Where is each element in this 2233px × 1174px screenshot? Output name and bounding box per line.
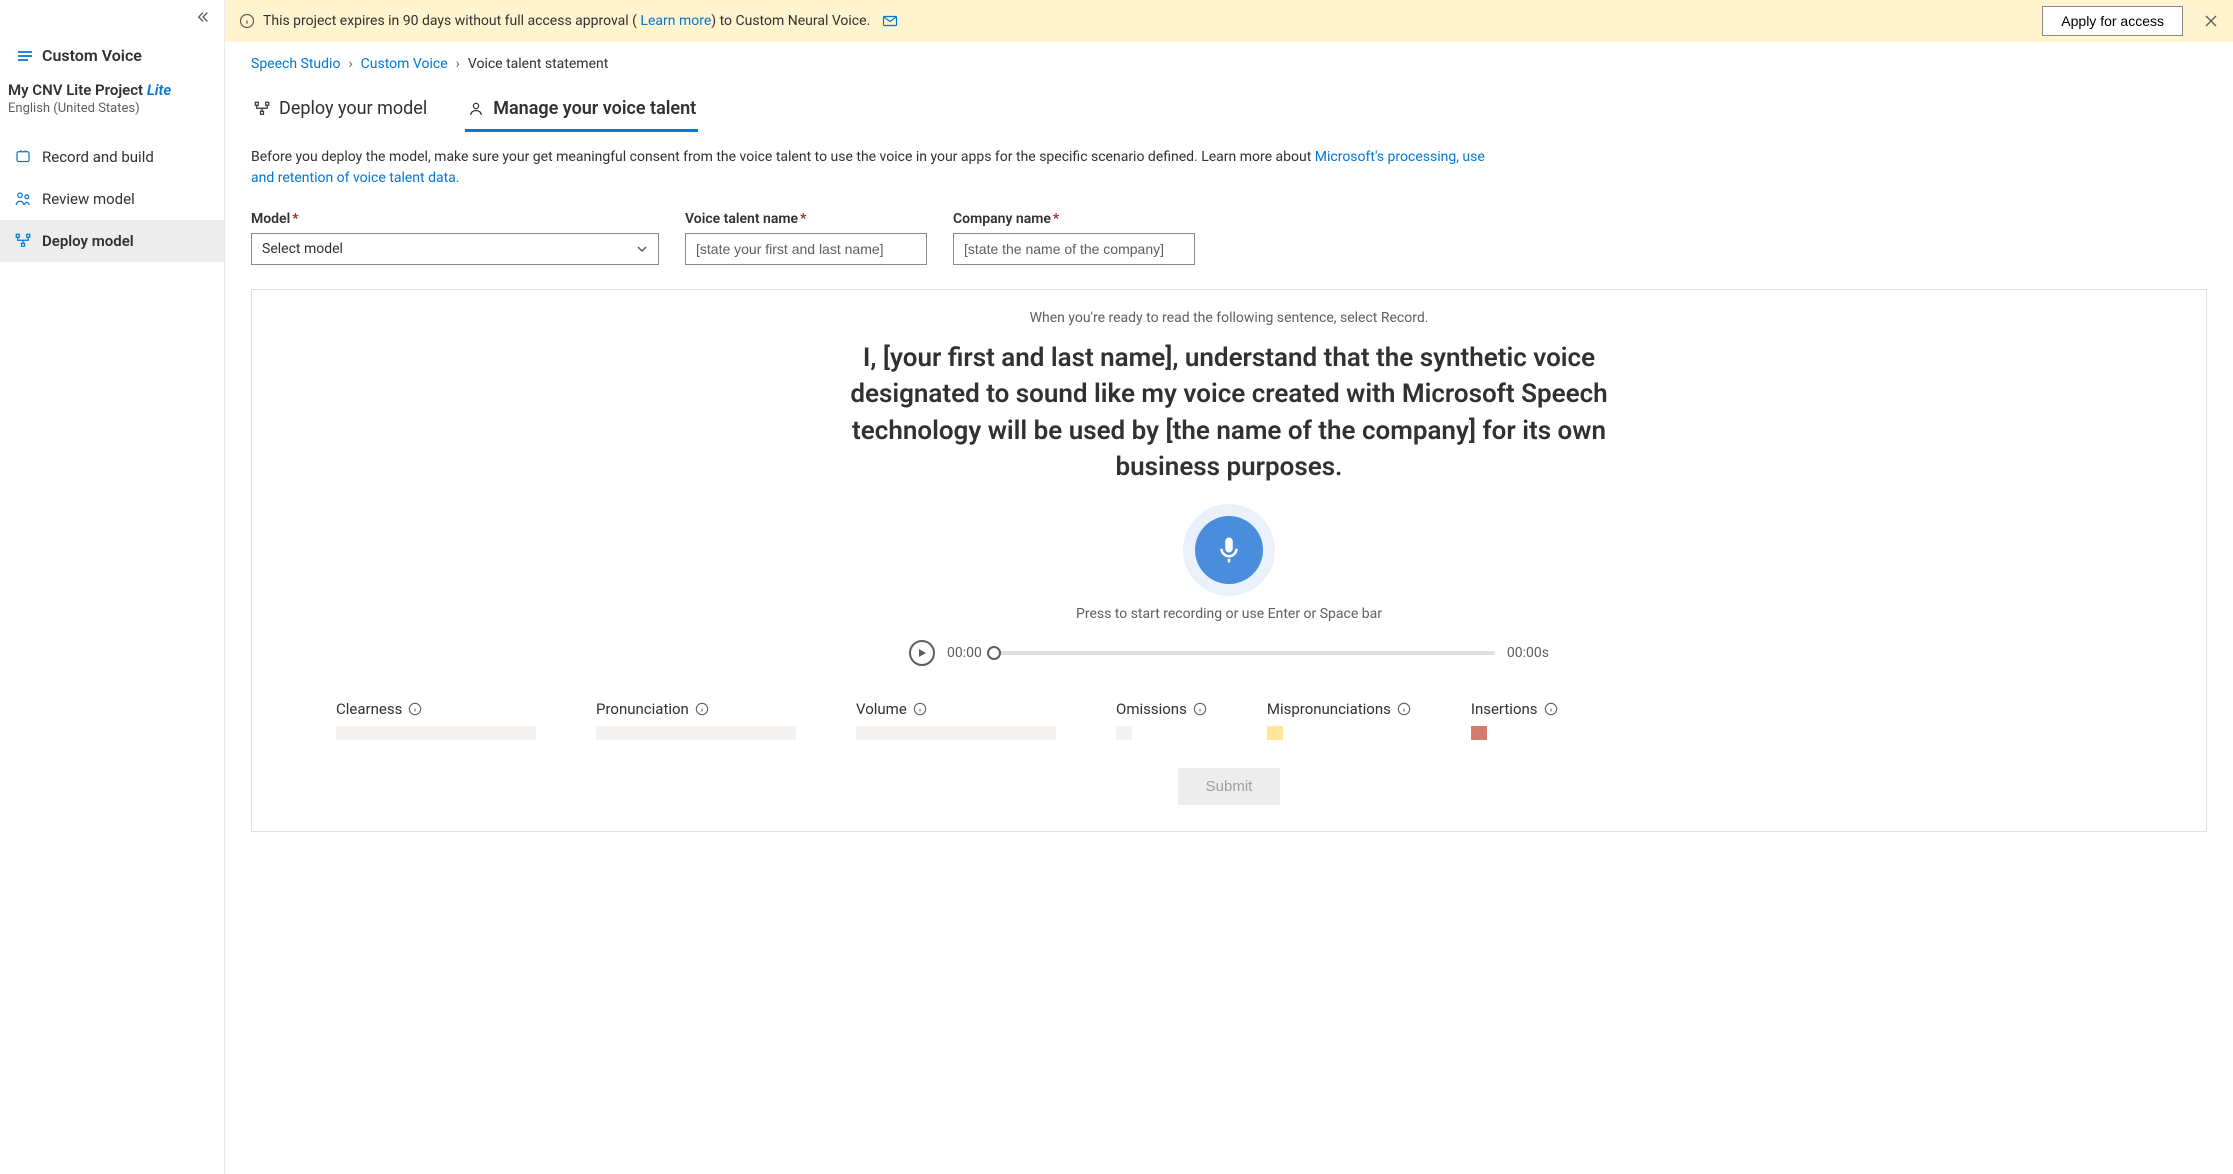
audio-player: 00:00 00:00s bbox=[909, 640, 1549, 666]
record-hint: Press to start recording or use Enter or… bbox=[312, 606, 2146, 622]
play-icon bbox=[917, 648, 927, 658]
info-icon[interactable] bbox=[1397, 702, 1411, 716]
record-panel: When you're ready to read the following … bbox=[251, 289, 2207, 832]
close-banner-button[interactable] bbox=[2203, 13, 2219, 29]
breadcrumb-custom-voice[interactable]: Custom Voice bbox=[361, 56, 448, 72]
time-total: 00:00s bbox=[1507, 645, 1549, 661]
tab-label: Deploy your model bbox=[279, 98, 427, 119]
company-label: Company name bbox=[953, 211, 1051, 227]
main-content: This project expires in 90 days without … bbox=[225, 0, 2233, 1174]
model-field: Model* Select model bbox=[251, 211, 659, 265]
model-select-value: Select model bbox=[262, 241, 343, 257]
company-name-field: Company name* bbox=[953, 211, 1195, 265]
metric-insertions: Insertions bbox=[1471, 700, 1558, 740]
clearness-bar bbox=[336, 726, 536, 740]
breadcrumb-current: Voice talent statement bbox=[468, 56, 608, 72]
sidebar-item-deploy-model[interactable]: Deploy model bbox=[0, 220, 224, 262]
sidebar-item-review-model[interactable]: Review model bbox=[0, 178, 224, 220]
metric-volume: Volume bbox=[856, 700, 1056, 740]
chevron-right-icon: › bbox=[456, 56, 460, 72]
mispronunciations-bar bbox=[1267, 726, 1283, 740]
mail-icon[interactable] bbox=[882, 13, 898, 29]
info-icon[interactable] bbox=[1193, 702, 1207, 716]
chevron-down-icon bbox=[636, 243, 648, 255]
record-button[interactable] bbox=[1183, 504, 1275, 596]
sidebar-item-label: Review model bbox=[42, 190, 135, 208]
hamburger-icon bbox=[16, 47, 34, 65]
talent-name-field: Voice talent name* bbox=[685, 211, 927, 265]
talent-name-input[interactable] bbox=[685, 233, 927, 265]
info-icon[interactable] bbox=[695, 702, 709, 716]
review-icon bbox=[14, 190, 32, 208]
info-icon[interactable] bbox=[408, 702, 422, 716]
project-block: My CNV Lite Project Lite English (United… bbox=[0, 75, 224, 130]
consent-statement: I, [your first and last name], understan… bbox=[819, 340, 1639, 486]
metric-mispronunciations: Mispronunciations bbox=[1267, 700, 1411, 740]
info-icon bbox=[239, 13, 255, 29]
metric-pronunciation: Pronunciation bbox=[596, 700, 796, 740]
info-icon[interactable] bbox=[1544, 702, 1558, 716]
notice-banner: This project expires in 90 days without … bbox=[225, 0, 2233, 42]
chevron-double-left-icon bbox=[196, 10, 210, 24]
record-icon bbox=[14, 148, 32, 166]
deploy-tab-icon bbox=[253, 100, 271, 118]
metrics-row: Clearness Pronunciation Volume bbox=[336, 700, 2122, 740]
tabs: Deploy your model Manage your voice tale… bbox=[225, 78, 2233, 133]
seek-thumb[interactable] bbox=[987, 646, 1001, 660]
project-name: My CNV Lite Project Lite bbox=[8, 81, 208, 99]
volume-bar bbox=[856, 726, 1056, 740]
metric-omissions: Omissions bbox=[1116, 700, 1207, 740]
seek-track[interactable] bbox=[994, 651, 1495, 655]
app-title[interactable]: Custom Voice bbox=[0, 28, 224, 75]
talent-label: Voice talent name bbox=[685, 211, 798, 227]
metric-clearness: Clearness bbox=[336, 700, 536, 740]
model-select[interactable]: Select model bbox=[251, 233, 659, 265]
info-icon[interactable] bbox=[913, 702, 927, 716]
breadcrumb-speech-studio[interactable]: Speech Studio bbox=[251, 56, 340, 72]
banner-text: This project expires in 90 days without … bbox=[263, 13, 870, 29]
play-button[interactable] bbox=[909, 640, 935, 666]
omissions-bar bbox=[1116, 726, 1132, 740]
microphone-icon bbox=[1214, 535, 1244, 565]
sidebar-item-label: Deploy model bbox=[42, 232, 134, 250]
project-language: English (United States) bbox=[8, 101, 208, 116]
submit-button[interactable]: Submit bbox=[1178, 768, 1281, 805]
banner-learn-more-link[interactable]: Learn more bbox=[640, 13, 711, 29]
description-text: Before you deploy the model, make sure y… bbox=[251, 147, 1491, 189]
insertions-bar bbox=[1471, 726, 1487, 740]
panel-hint: When you're ready to read the following … bbox=[312, 310, 2146, 326]
sidebar-item-label: Record and build bbox=[42, 148, 154, 166]
sidebar: Custom Voice My CNV Lite Project Lite En… bbox=[0, 0, 225, 1174]
model-label: Model bbox=[251, 211, 290, 227]
tab-deploy-your-model[interactable]: Deploy your model bbox=[251, 90, 429, 132]
tab-label: Manage your voice talent bbox=[493, 98, 696, 119]
deploy-icon bbox=[14, 232, 32, 250]
tab-manage-voice-talent[interactable]: Manage your voice talent bbox=[465, 90, 698, 132]
breadcrumb: Speech Studio › Custom Voice › Voice tal… bbox=[225, 42, 2233, 78]
project-badge: Lite bbox=[147, 81, 171, 99]
apply-for-access-button[interactable]: Apply for access bbox=[2042, 6, 2183, 36]
person-tab-icon bbox=[467, 100, 485, 118]
pronunciation-bar bbox=[596, 726, 796, 740]
app-title-text: Custom Voice bbox=[42, 46, 142, 65]
time-current: 00:00 bbox=[947, 645, 982, 661]
sidebar-item-record-and-build[interactable]: Record and build bbox=[0, 136, 224, 178]
chevron-right-icon: › bbox=[348, 56, 352, 72]
company-name-input[interactable] bbox=[953, 233, 1195, 265]
collapse-sidebar-button[interactable] bbox=[0, 0, 224, 28]
